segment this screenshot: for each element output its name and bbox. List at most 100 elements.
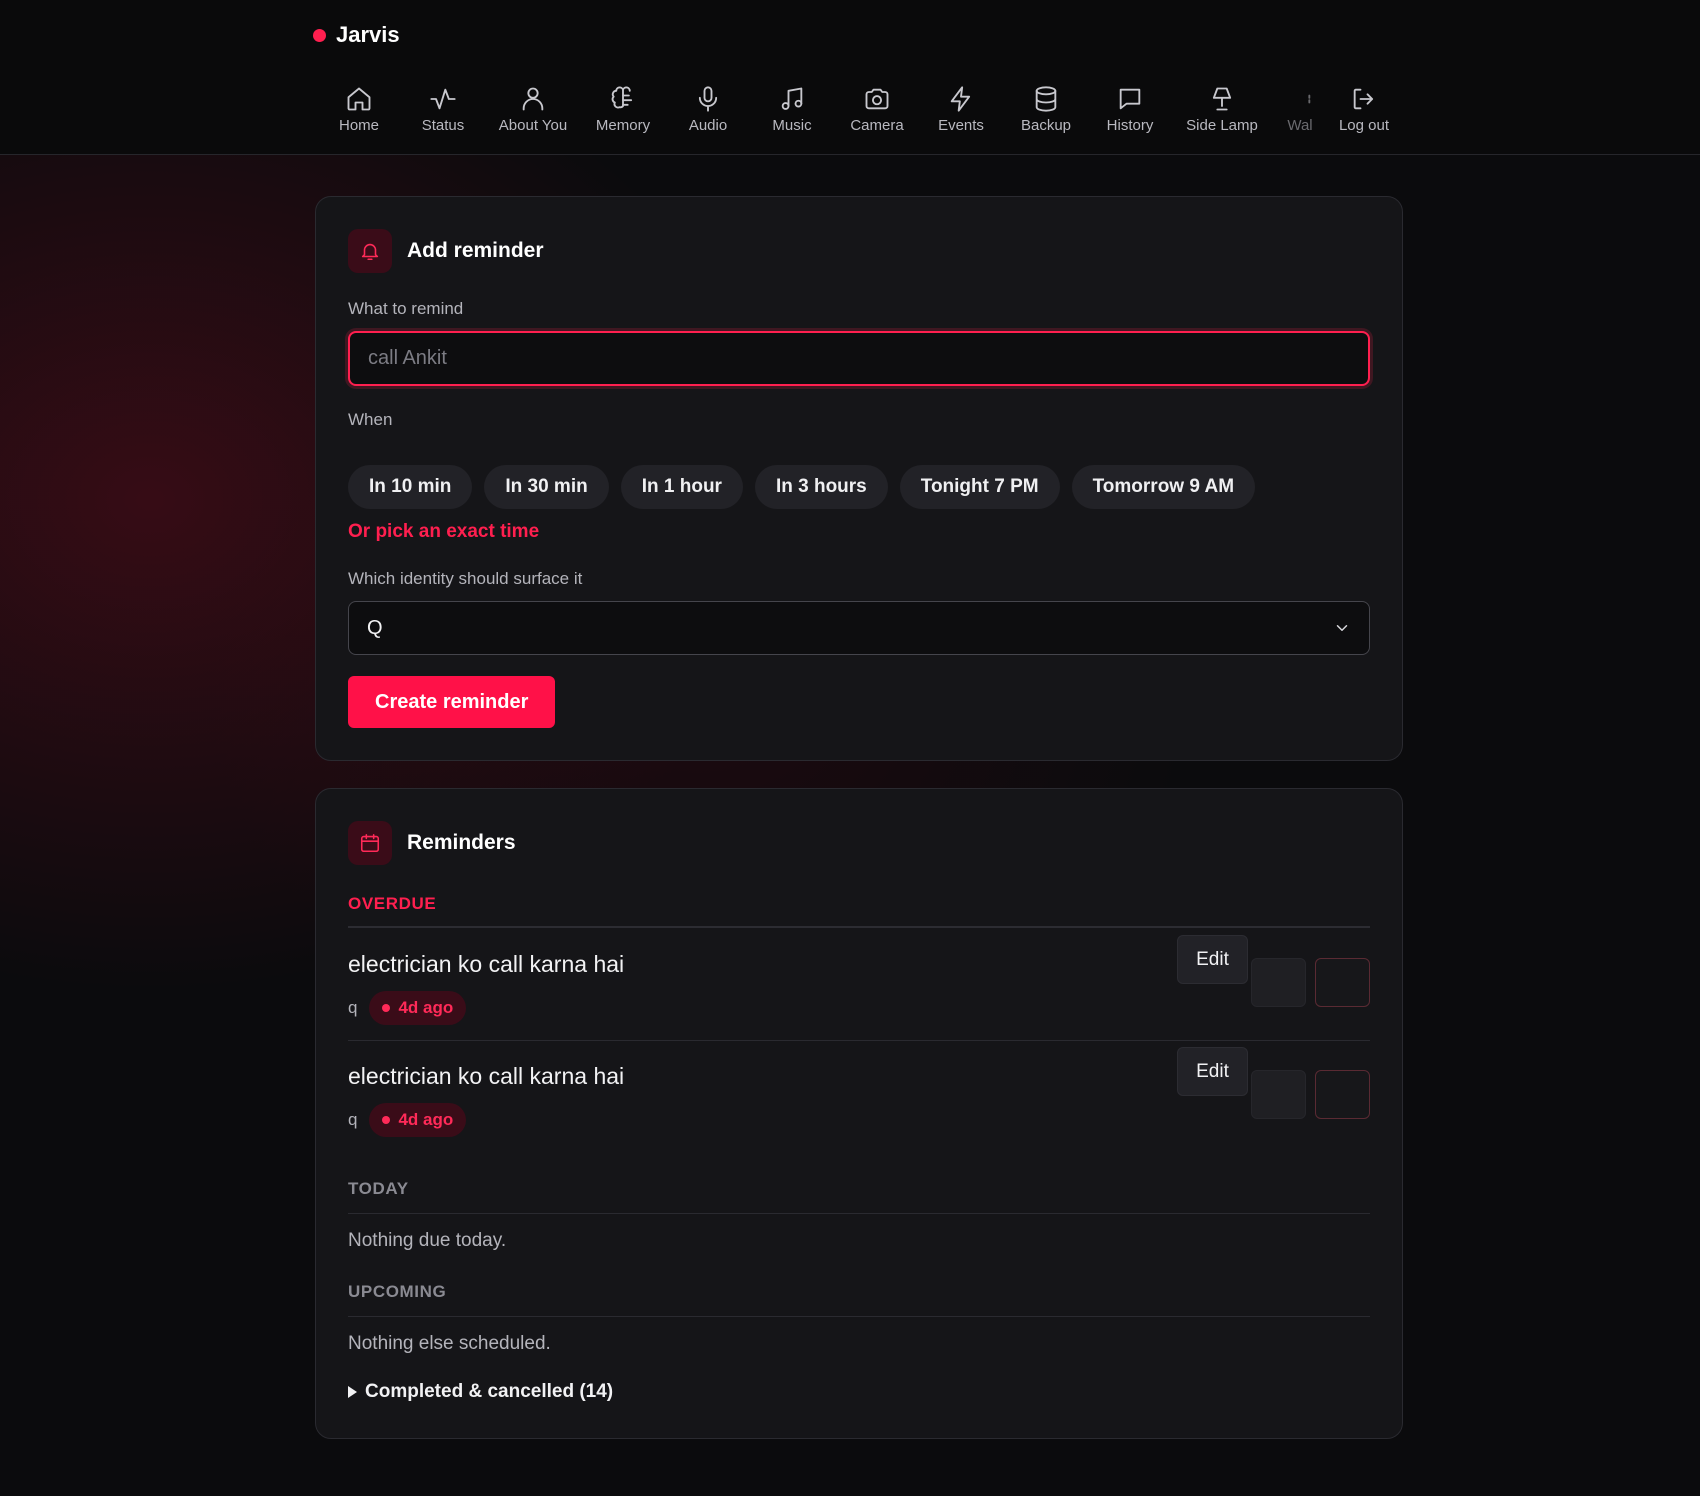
add-reminder-card: Add reminder What to remind When In 10 m… [315,196,1403,761]
reminder-identity: q [348,1110,358,1129]
reminder-text: electrician ko call karna hai [348,951,625,977]
nav-label: Log out [1338,117,1390,134]
nav-label: Side Lamp [1186,117,1258,134]
today-empty-text: Nothing due today. [348,1230,507,1251]
brain-icon [611,86,633,109]
user-icon [522,87,544,111]
camera-icon [865,88,889,110]
edit-button[interactable]: Edit [1177,1047,1248,1096]
nav-item-events[interactable]: Events [916,85,1006,134]
nav-label: Music [772,117,812,134]
chip-tomorrow-9am[interactable]: Tomorrow 9 AM [1071,465,1256,509]
overdue-divider [348,926,1370,928]
app-name: Jarvis [336,22,400,47]
nav-label: Camera [850,117,904,134]
upcoming-divider [348,1316,1370,1317]
identity-label: Which identity should surface it [348,569,583,588]
activity-icon [430,88,456,110]
what-to-remind-label: What to remind [348,299,464,318]
calendar-icon [348,821,392,865]
reminder-item: electrician ko call karna hai q 4d ago E… [348,935,1370,1051]
chip-in-1-hour[interactable]: In 1 hour [620,465,743,509]
complete-button[interactable] [1251,1070,1306,1119]
upcoming-section-title: UPCOMING [348,1282,447,1301]
chip-in-10-min[interactable]: In 10 min [348,465,473,509]
nav-item-backup[interactable]: Backup [1001,85,1091,134]
overdue-age: 4d ago [398,998,454,1017]
overdue-age: 4d ago [398,1110,454,1129]
home-icon [347,87,371,111]
logout-icon [1353,88,1374,110]
completed-cancelled-toggle[interactable]: Completed & cancelled (14) [348,1381,613,1403]
today-divider [348,1213,1370,1214]
dot-icon [382,1116,391,1124]
lightning-icon [950,86,971,112]
reminder-identity: q [348,998,358,1017]
reminders-header: Reminders [348,821,516,865]
nav-item-side-lamp[interactable]: Side Lamp [1177,85,1267,134]
create-reminder-button[interactable]: Create reminder [348,676,556,728]
wall-icon [1308,94,1311,104]
music-note-icon [781,87,803,110]
reminder-item: electrician ko call karna hai q 4d ago E… [348,1047,1370,1163]
nav-item-wal[interactable]: Wal [1282,85,1318,134]
database-icon [1035,86,1057,112]
chip-in-30-min[interactable]: In 30 min [484,465,609,509]
delete-button[interactable] [1315,1070,1370,1119]
when-label: When [348,410,393,429]
chip-tonight-7pm[interactable]: Tonight 7 PM [899,465,1060,509]
nav-item-camera[interactable]: Camera [832,85,922,134]
nav-item-log-out[interactable]: Log out [1319,85,1409,134]
overdue-badge: 4d ago [369,1103,467,1137]
nav-label: About You [498,117,568,134]
reminder-text-input[interactable] [348,331,1370,386]
nav-label: Wal [1287,117,1313,134]
brand[interactable]: Jarvis [313,20,400,50]
completed-summary: Completed & cancelled (14) [365,1381,614,1402]
lamp-icon [1212,87,1232,111]
nav-label: Backup [1020,117,1072,134]
top-bar: Jarvis Home Status About You Memory Audi… [0,0,1700,155]
nav-label: Audio [688,117,728,134]
nav-label: Home [338,117,379,134]
reminders-title: Reminders [407,831,516,854]
reminders-card: Reminders OVERDUE electrician ko call ka… [315,788,1403,1439]
row-divider [348,1040,1370,1041]
main-nav: Home Status About You Memory Audio Music… [0,85,1700,145]
upcoming-empty-text: Nothing else scheduled. [348,1333,551,1354]
nav-label: Memory [595,117,651,134]
nav-item-home[interactable]: Home [314,85,404,134]
microphone-icon [698,86,718,112]
overdue-badge: 4d ago [369,991,467,1025]
status-dot-icon [313,28,326,42]
overdue-section-title: OVERDUE [348,894,437,913]
complete-button[interactable] [1251,958,1306,1007]
reminder-text: electrician ko call karna hai [348,1063,625,1089]
delete-button[interactable] [1315,958,1370,1007]
chat-bubble-icon [1119,88,1141,110]
reminder-meta: q 4d ago [348,991,467,1025]
nav-label: Status [421,117,465,134]
identity-select[interactable]: Q [348,601,1370,655]
disclosure-triangle-icon [348,1386,357,1398]
dot-icon [382,1004,391,1012]
chevron-down-icon [1336,625,1348,631]
reminder-meta: q 4d ago [348,1103,467,1137]
nav-item-audio[interactable]: Audio [663,85,753,134]
add-reminder-title: Add reminder [407,239,544,262]
nav-item-status[interactable]: Status [398,85,488,134]
nav-item-memory[interactable]: Memory [578,85,668,134]
add-reminder-header: Add reminder [348,229,544,273]
identity-selected-value: Q [367,616,383,639]
nav-label: History [1106,117,1154,134]
nav-label: Events [938,117,984,134]
chip-in-3-hours[interactable]: In 3 hours [754,465,888,509]
nav-item-music[interactable]: Music [747,85,837,134]
quick-time-chips: In 10 min In 30 min In 1 hour In 3 hours… [348,465,1256,509]
bell-icon [348,229,392,273]
edit-button[interactable]: Edit [1177,935,1248,984]
today-section-title: TODAY [348,1179,409,1198]
nav-item-about-you[interactable]: About You [488,85,578,134]
pick-exact-time-link[interactable]: Or pick an exact time [348,521,539,543]
nav-item-history[interactable]: History [1085,85,1175,134]
